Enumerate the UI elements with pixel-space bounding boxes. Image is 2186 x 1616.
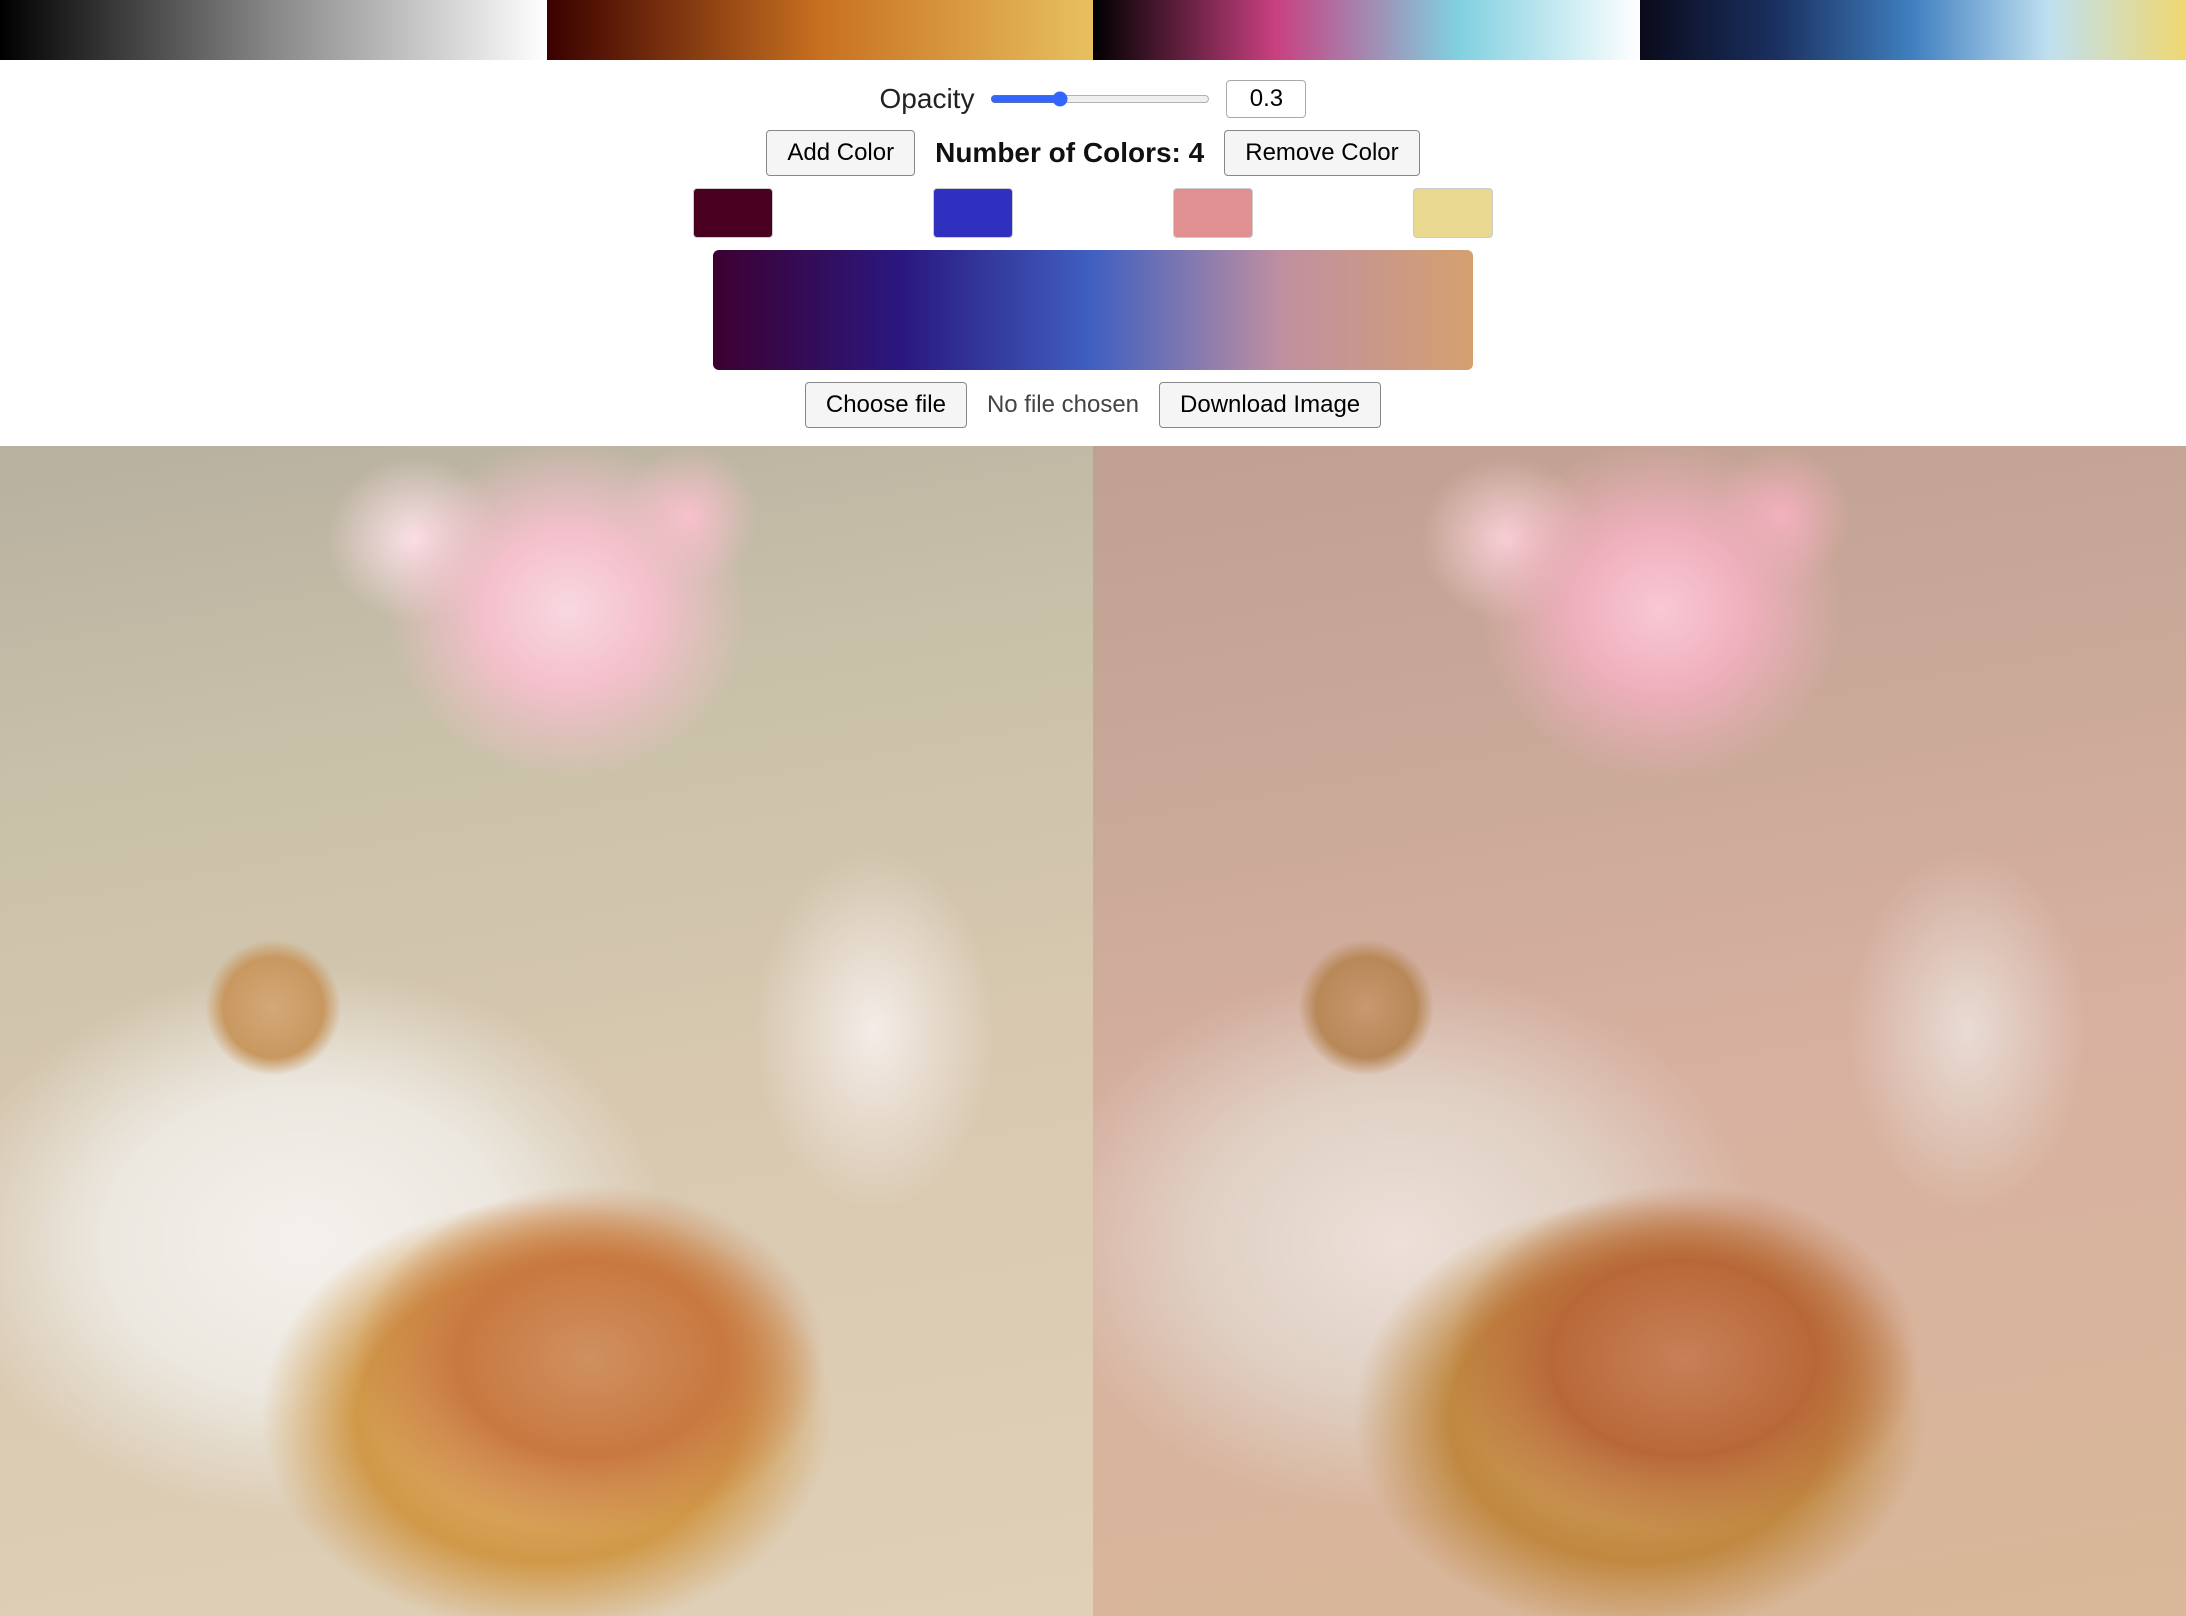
preset-bar-1[interactable] — [0, 0, 547, 60]
color-buttons-row: Add Color Number of Colors: 4 Remove Col… — [766, 130, 1419, 176]
opacity-slider[interactable] — [990, 91, 1210, 107]
color-swatch-2[interactable] — [933, 188, 1013, 238]
choose-file-button[interactable]: Choose file — [805, 382, 967, 428]
original-image-panel — [0, 446, 1093, 1616]
controls-section: Opacity Add Color Number of Colors: 4 Re… — [0, 60, 2186, 438]
gradient-preview-bar — [713, 250, 1473, 370]
preset-bar-2[interactable] — [547, 0, 1094, 60]
num-colors-label: Number of Colors: 4 — [935, 137, 1204, 169]
remove-color-button[interactable]: Remove Color — [1224, 130, 1419, 176]
color-swatch-4[interactable] — [1413, 188, 1493, 238]
swatches-row — [0, 188, 2186, 238]
opacity-label: Opacity — [880, 83, 975, 115]
preset-bars — [0, 0, 2186, 60]
images-row — [0, 446, 2186, 1616]
opacity-value-input[interactable] — [1226, 80, 1306, 118]
opacity-row: Opacity — [880, 80, 1307, 118]
download-image-button[interactable]: Download Image — [1159, 382, 1381, 428]
preset-bar-4[interactable] — [1640, 0, 2186, 60]
color-swatch-3[interactable] — [1173, 188, 1253, 238]
filtered-image-panel — [1093, 446, 2186, 1616]
color-swatch-1[interactable] — [693, 188, 773, 238]
add-color-button[interactable]: Add Color — [766, 130, 915, 176]
file-row: Choose file No file chosen Download Imag… — [805, 382, 1381, 428]
preset-bar-3[interactable] — [1093, 0, 1640, 60]
no-file-text: No file chosen — [987, 391, 1139, 419]
